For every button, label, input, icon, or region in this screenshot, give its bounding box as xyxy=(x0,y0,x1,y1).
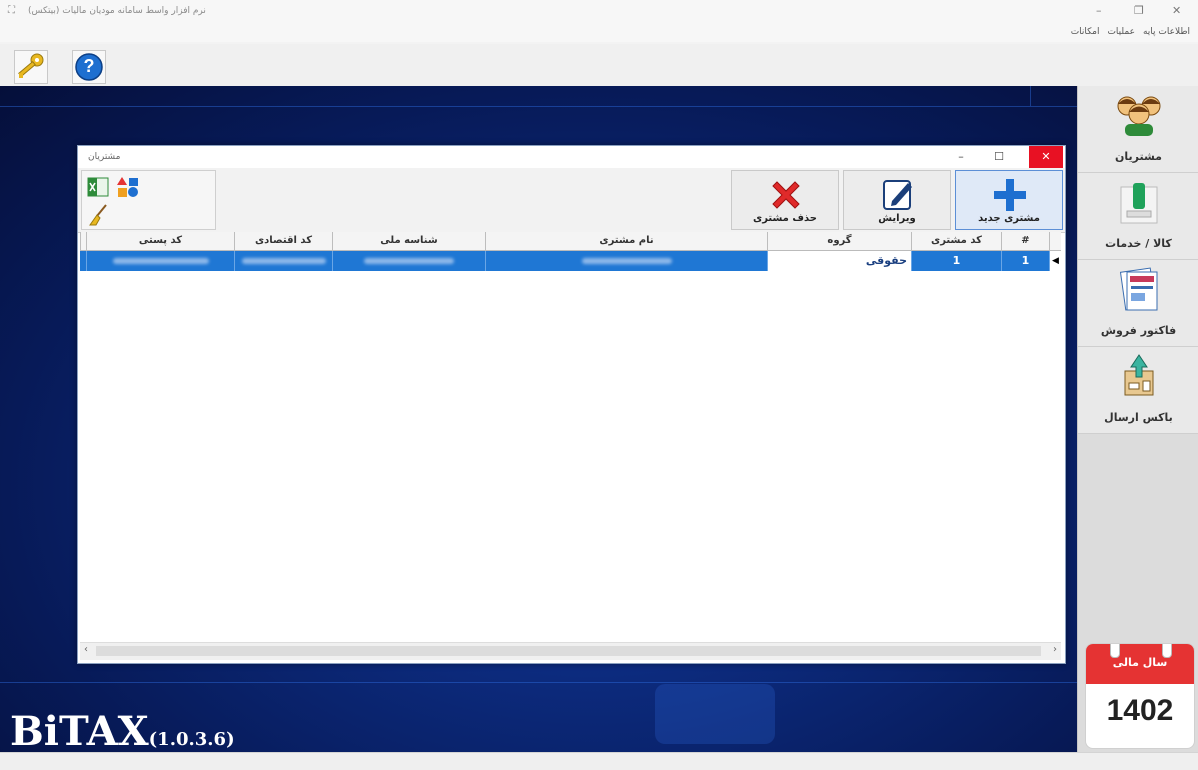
sidebar: مشتریان کالا / خدمات فاکتور فروش باکس ار… xyxy=(1077,86,1198,752)
delete-icon xyxy=(772,181,800,209)
excel-export-button[interactable] xyxy=(86,175,110,199)
col-national-id[interactable]: شناسه ملی xyxy=(332,232,485,250)
cell-customer-code: 1 xyxy=(911,251,1001,271)
minimize-button[interactable]: – xyxy=(1096,4,1102,17)
window-titlebar: ⛶ نرم افزار واسط سامانه مودیان مالیات (ب… xyxy=(0,0,1198,22)
brand-name: BiTAX xyxy=(10,708,149,752)
fiscal-year-value: 1402 xyxy=(1106,694,1174,727)
maximize-button[interactable]: ❐ xyxy=(1134,4,1144,17)
scroll-left-icon[interactable]: ‹ xyxy=(84,644,88,655)
plus-icon xyxy=(994,179,1026,211)
sidebar-item-label: مشتریان xyxy=(1115,150,1162,163)
col-index[interactable]: # xyxy=(1001,232,1049,250)
dialog-toolbar: مشتری جدید ویرایش حذف مشتری xyxy=(78,168,1065,233)
invoice-icon xyxy=(1119,267,1158,311)
main-toolbar: ? xyxy=(0,44,1198,87)
sidebar-item-customers[interactable]: مشتریان xyxy=(1078,86,1198,173)
help-button[interactable]: ? xyxy=(72,50,106,84)
table-row[interactable]: حقوقی 1 1 ◀ xyxy=(80,251,1061,271)
scrollbar-thumb[interactable] xyxy=(96,646,1041,656)
cell-economic-code xyxy=(234,251,332,271)
sort-shapes-icon xyxy=(117,177,138,197)
sort-button[interactable] xyxy=(116,175,140,199)
customers-grid: کد پستی کد اقتصادی شناسه ملی نام مشتری گ… xyxy=(80,232,1061,642)
app-title: نرم افزار واسط سامانه مودیان مالیات (بیت… xyxy=(28,6,206,16)
menu-base-info[interactable]: اطلاعات پایه xyxy=(1143,27,1190,37)
grid-horizontal-scrollbar[interactable]: ‹ › xyxy=(80,642,1061,660)
dialog-titlebar: مشتریان – ☐ ✕ xyxy=(78,146,1065,168)
app-icon: ⛶ xyxy=(8,5,15,16)
row-pointer-icon: ◀ xyxy=(1049,251,1061,271)
edit-customer-label: ویرایش xyxy=(878,213,916,224)
cell-customer-name xyxy=(485,251,767,271)
col-customer-name[interactable]: نام مشتری xyxy=(485,232,767,250)
cell-postal-code xyxy=(86,251,234,271)
help-glyph: ? xyxy=(83,56,95,76)
row-indicator-header xyxy=(1049,232,1061,250)
col-economic-code[interactable]: کد اقتصادی xyxy=(234,232,332,250)
send-box-icon xyxy=(1124,354,1154,396)
dialog-title: مشتریان xyxy=(88,152,121,162)
sidebar-item-label: کالا / خدمات xyxy=(1105,237,1172,250)
products-icon xyxy=(1120,183,1158,224)
fiscal-year-label: سال مالی xyxy=(1112,656,1168,669)
clear-filter-button[interactable] xyxy=(86,203,110,227)
col-postal-code[interactable]: کد پستی xyxy=(86,232,234,250)
edit-customer-button[interactable]: ویرایش xyxy=(843,170,951,230)
sidebar-item-label: فاکتور فروش xyxy=(1100,324,1177,337)
new-customer-button[interactable]: مشتری جدید xyxy=(955,170,1063,230)
sidebar-item-products[interactable]: کالا / خدمات xyxy=(1078,173,1198,260)
delete-customer-label: حذف مشتری xyxy=(753,213,817,224)
brand-logo: BiTAX(1.0.3.6) xyxy=(10,708,235,752)
customers-dialog: مشتریان – ☐ ✕ مشتری جدید ویرایش حذف مشتر… xyxy=(77,145,1066,664)
menu-bar: اطلاعات پایه عملیات امکانات xyxy=(0,22,1198,42)
scroll-right-icon[interactable]: › xyxy=(1053,644,1057,655)
fiscal-year-calendar[interactable]: سال مالی 1402 xyxy=(1085,643,1195,749)
excel-icon xyxy=(87,177,109,197)
col-customer-code[interactable]: کد مشتری xyxy=(911,232,1001,250)
delete-customer-button[interactable]: حذف مشتری xyxy=(731,170,839,230)
cell-national-id xyxy=(332,251,485,271)
broom-icon xyxy=(89,204,107,226)
sidebar-item-send-box[interactable]: باکس ارسال xyxy=(1078,347,1198,434)
new-customer-label: مشتری جدید xyxy=(978,213,1040,224)
close-button[interactable]: ✕ xyxy=(1172,4,1181,17)
cell-group: حقوقی xyxy=(767,251,911,271)
sidebar-item-invoice[interactable]: فاکتور فروش xyxy=(1078,260,1198,347)
customers-icon xyxy=(1117,96,1161,136)
grid-header: کد پستی کد اقتصادی شناسه ملی نام مشتری گ… xyxy=(80,232,1061,251)
small-tools-panel xyxy=(81,170,216,230)
col-group[interactable]: گروه xyxy=(767,232,911,250)
status-bar xyxy=(0,752,1198,770)
sidebar-item-label: باکس ارسال xyxy=(1104,411,1173,424)
dialog-close-button[interactable]: ✕ xyxy=(1029,146,1063,168)
menu-features[interactable]: امکانات xyxy=(1071,27,1100,37)
cell-index: 1 xyxy=(1001,251,1049,271)
key-icon xyxy=(18,53,44,78)
key-button[interactable] xyxy=(14,50,48,84)
menu-operations[interactable]: عملیات xyxy=(1107,27,1134,37)
dialog-maximize-button[interactable]: ☐ xyxy=(982,146,1016,168)
brand-version: (1.0.3.6) xyxy=(148,729,235,750)
dialog-minimize-button[interactable]: – xyxy=(944,146,978,168)
edit-icon xyxy=(883,180,912,210)
